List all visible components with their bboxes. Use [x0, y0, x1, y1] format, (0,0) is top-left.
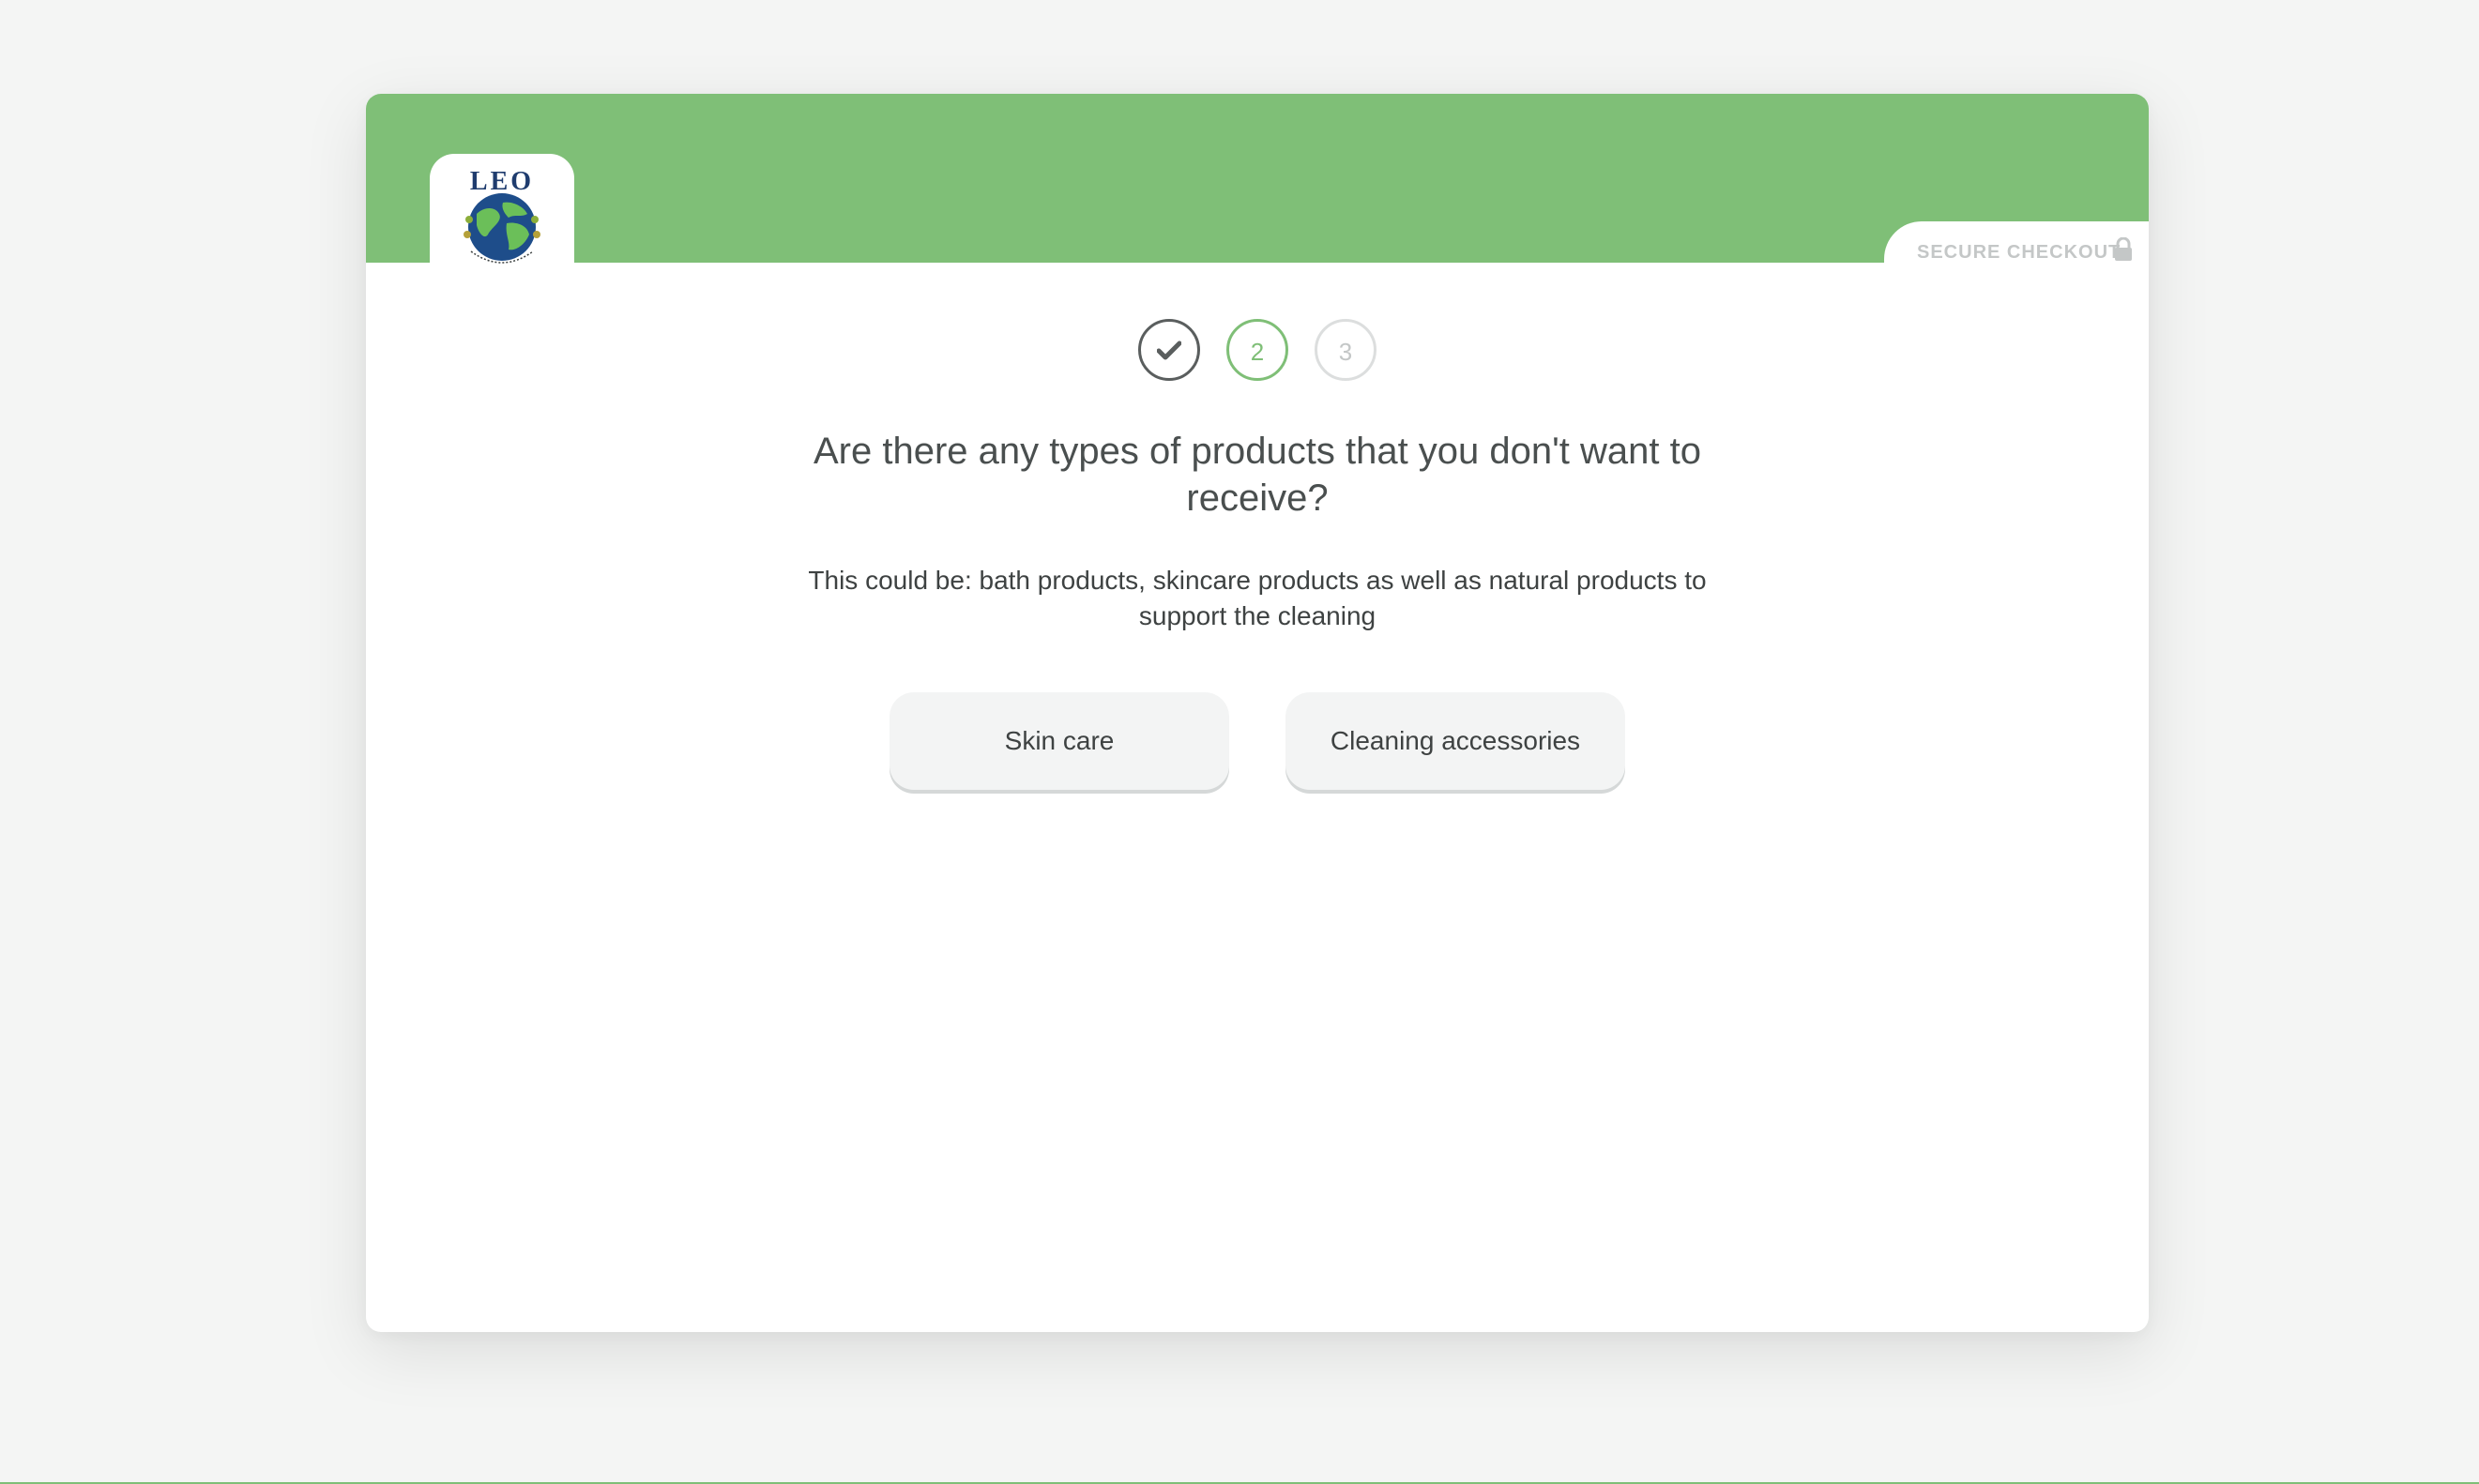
step-2-current[interactable]: 2 — [1226, 319, 1288, 381]
option-list: Skin care Cleaning accessories — [366, 692, 2149, 790]
checkout-card: LEO SECURE CHECKOUT 23 Are there any typ… — [366, 94, 2149, 1332]
brand-logo: LEO — [430, 154, 574, 285]
progress-steps: 23 — [366, 319, 2149, 386]
option-cleaning-accessories-button[interactable]: Cleaning accessories — [1285, 692, 1625, 790]
step-1-completed[interactable] — [1138, 319, 1200, 381]
secure-checkout-badge: SECURE CHECKOUT — [1884, 221, 2149, 278]
question-description: This could be: bath products, skincare p… — [808, 566, 1707, 630]
logo-text: LEO — [470, 167, 534, 196]
step-3-upcoming: 3 — [1315, 319, 1376, 381]
question-title: Are there any types of products that you… — [814, 431, 1701, 519]
globe-logo-icon: LEO — [464, 167, 540, 264]
card-header — [366, 94, 2149, 263]
option-skin-care-button[interactable]: Skin care — [890, 692, 1229, 790]
check-icon — [1156, 341, 1182, 360]
secure-checkout-label: SECURE CHECKOUT — [1917, 242, 2122, 263]
lock-icon — [2115, 237, 2132, 261]
